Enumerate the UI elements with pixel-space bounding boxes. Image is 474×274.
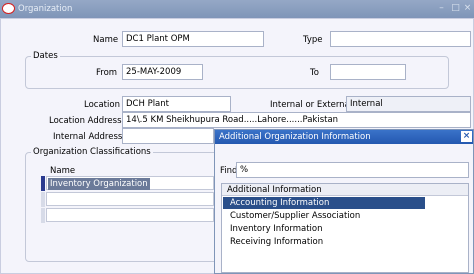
list-item-customer-supplier-association[interactable]: Customer/Supplier Association [223,210,425,222]
type-field[interactable] [330,31,471,47]
record-indicator [41,208,45,223]
location-address-label: Location Address [49,116,122,126]
internal-address-field[interactable] [122,128,214,144]
to-date-field[interactable] [330,64,406,80]
from-date-field[interactable]: 25-MAY-2009 [122,64,203,80]
minimize-icon[interactable]: – [436,3,447,13]
classification-row[interactable] [46,208,214,222]
location-address-field[interactable]: 14\.5 KM Sheikhupura Road.....Lahore....… [122,112,471,128]
organization-classifications-title: Organization Classifications [31,147,153,157]
internal-external-field[interactable]: Internal [346,96,471,112]
dialog-title: Additional Organization Information [219,132,371,142]
additional-org-info-dialog: Additional Organization Information × Fi… [214,129,474,274]
window-title: Organization [18,4,73,14]
classification-row[interactable] [46,192,214,206]
find-label: Find [220,166,238,176]
type-label: Type [303,35,323,45]
close-icon[interactable]: × [462,3,473,13]
classification-name-cell[interactable]: Inventory Organization [48,178,150,190]
name-field[interactable]: DC1 Plant OPM [122,31,264,47]
name-label: Name [93,35,119,45]
find-input[interactable]: % [236,162,469,178]
record-indicator [41,192,45,207]
current-record-indicator [41,176,45,191]
list-item-inventory-information[interactable]: Inventory Information [223,223,425,235]
internal-address-label: Internal Address [53,132,123,142]
oracle-logo-icon [2,3,15,14]
classification-row[interactable]: Inventory Organization [46,176,214,190]
list-item-receiving-information[interactable]: Receiving Information [223,236,425,248]
internal-external-label: Internal or External [270,100,353,110]
location-field[interactable]: DCH Plant [122,96,231,112]
additional-info-list-header: Additional Information [222,184,468,196]
additional-info-list: Additional Information Accounting Inform… [221,183,469,273]
dialog-title-bar: Additional Organization Information × [215,130,473,144]
dialog-close-icon[interactable]: × [461,131,472,142]
to-date-label: To [310,68,319,78]
dates-group-title: Dates [31,51,60,61]
window-title-bar: Organization – □ × [0,0,474,18]
from-date-label: From [96,68,118,78]
location-label: Location [84,100,120,110]
list-item-accounting-information[interactable]: Accounting Information [223,197,425,209]
maximize-icon[interactable]: □ [450,3,461,13]
classification-name-header: Name [50,166,76,176]
